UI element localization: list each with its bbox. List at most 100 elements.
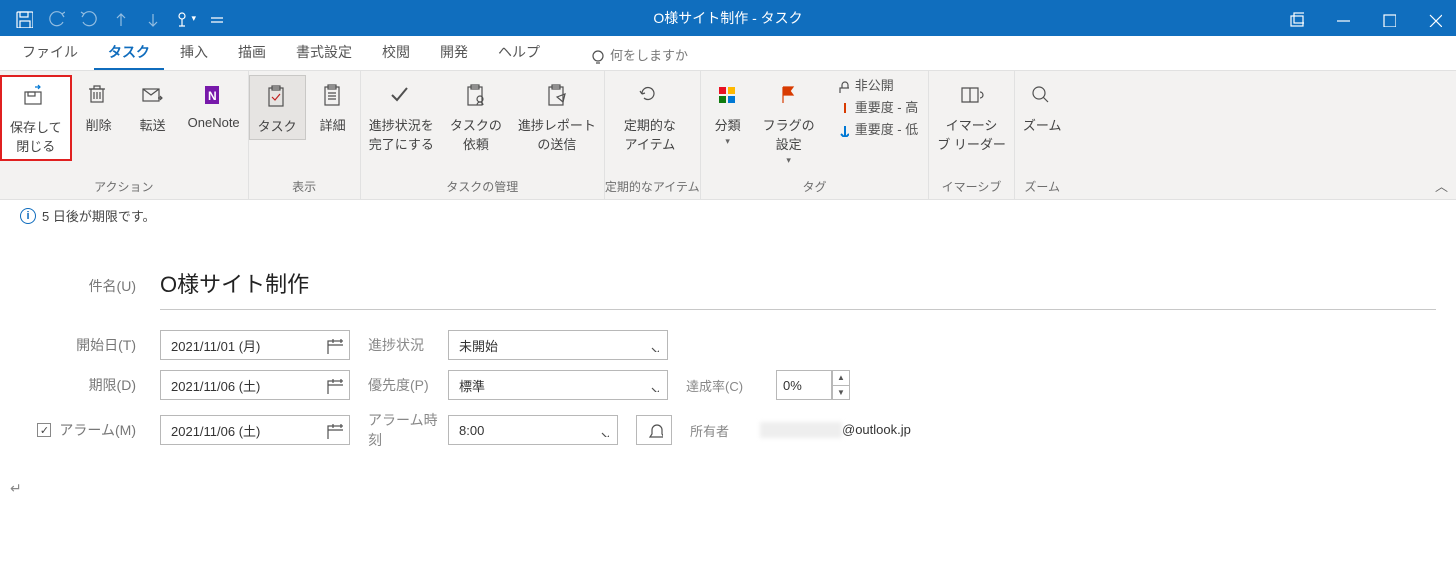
onenote-button[interactable]: OneNote — [180, 75, 248, 134]
group-manage-label: タスクの管理 — [361, 176, 604, 199]
chevron-down-icon — [645, 338, 659, 352]
tab-developer[interactable]: 開発 — [426, 34, 482, 70]
calendar-icon — [325, 376, 343, 394]
qat-next-button[interactable] — [138, 5, 164, 31]
reminder-date-value: 2021/11/06 (土) — [171, 421, 260, 440]
tell-me-label: 何をしますか — [610, 45, 688, 64]
delete-button[interactable]: 削除 — [72, 75, 126, 138]
tab-file[interactable]: ファイル — [8, 34, 92, 70]
qat-save-button[interactable] — [10, 5, 36, 31]
qat-touch-button[interactable]: ▾ — [170, 5, 196, 31]
qat-customize-button[interactable] — [202, 5, 228, 31]
reminder-sound-button[interactable] — [636, 415, 672, 445]
task-body-editor[interactable]: ↵ — [0, 460, 1456, 517]
private-button[interactable]: 非公開 — [833, 75, 919, 94]
tell-me-search[interactable]: 何をしますか — [574, 39, 700, 70]
send-status-button[interactable]: 進捗レポート の送信 — [510, 75, 604, 157]
forward-icon — [136, 79, 170, 113]
assign-task-button[interactable]: タスクの 依頼 — [442, 75, 510, 157]
followup-label: フラグの 設定 — [763, 115, 815, 153]
spinner-up[interactable]: ▲ — [833, 371, 849, 386]
cursor-indicator: ↵ — [10, 480, 22, 496]
delete-label: 削除 — [86, 115, 112, 134]
qat-undo-button[interactable] — [42, 5, 68, 31]
group-zoom: ズーム ズーム — [1015, 71, 1070, 199]
tab-insert[interactable]: 挿入 — [166, 34, 222, 70]
minimize-button[interactable] — [1318, 0, 1364, 36]
categorize-label: 分類 — [715, 115, 741, 134]
group-actions-label: アクション — [0, 176, 248, 199]
forward-button[interactable]: 転送 — [126, 75, 180, 138]
reminder-time-value: 8:00 — [459, 423, 484, 438]
bulb-icon — [586, 46, 604, 64]
reminder-time-label: アラーム時刻 — [368, 410, 448, 450]
mark-complete-label: 進捗状況を 完了にする — [369, 115, 434, 153]
group-recurrence: 定期的な アイテム 定期的なアイテム — [605, 71, 701, 199]
group-show: タスク 詳細 表示 — [249, 71, 361, 199]
tab-task[interactable]: タスク — [94, 34, 164, 70]
tab-review[interactable]: 校閲 — [368, 34, 424, 70]
onenote-icon — [197, 79, 231, 113]
zoom-label: ズーム — [1023, 115, 1062, 134]
reminder-date-input[interactable]: 2021/11/06 (土) — [160, 415, 350, 445]
ribbon-display-button[interactable] — [1272, 0, 1318, 36]
ribbon: 保存して 閉じる 削除 転送 OneNote アクション タスク — [0, 70, 1456, 200]
show-details-label: 詳細 — [320, 115, 346, 134]
importance-low-label: 重要度 - 低 — [855, 119, 919, 138]
exclamation-icon — [833, 99, 849, 115]
task-form: 件名(U) O様サイト制作 開始日(T) 2021/11/01 (月) 進捗状況… — [0, 231, 1456, 450]
reminder-time-select[interactable]: 8:00 — [448, 415, 618, 445]
zoom-button[interactable]: ズーム — [1015, 75, 1070, 138]
group-show-label: 表示 — [249, 176, 360, 199]
tab-draw[interactable]: 描画 — [224, 34, 280, 70]
maximize-button[interactable] — [1364, 0, 1410, 36]
subject-input[interactable]: O様サイト制作 — [160, 261, 1436, 310]
status-select[interactable]: 未開始 — [448, 330, 668, 360]
complete-spinner[interactable]: ▲ ▼ — [832, 370, 850, 400]
priority-select[interactable]: 標準 — [448, 370, 668, 400]
forward-label: 転送 — [140, 115, 166, 134]
check-icon — [384, 79, 418, 113]
mark-complete-button[interactable]: 進捗状況を 完了にする — [361, 75, 442, 157]
status-value: 未開始 — [459, 336, 498, 355]
group-immersive-label: イマーシブ — [929, 176, 1014, 199]
close-button[interactable] — [1410, 0, 1456, 36]
save-close-button[interactable]: 保存して 閉じる — [0, 75, 72, 161]
show-task-button[interactable]: タスク — [249, 75, 306, 140]
reminder-checkbox[interactable]: ✓ — [37, 423, 51, 437]
info-bar: i 5 日後が期限です。 — [0, 200, 1456, 231]
complete-input[interactable]: 0% — [776, 370, 832, 400]
start-date-value: 2021/11/01 (月) — [171, 336, 260, 355]
show-details-button[interactable]: 詳細 — [306, 75, 360, 138]
window-controls — [1272, 0, 1456, 36]
immersive-reader-button[interactable]: イマーシ ブ リーダー — [929, 75, 1014, 157]
spinner-down[interactable]: ▼ — [833, 386, 849, 400]
followup-button[interactable]: フラグの 設定 ▾ — [755, 75, 823, 170]
due-date-input[interactable]: 2021/11/06 (土) — [160, 370, 350, 400]
categorize-button[interactable]: 分類 ▾ — [701, 75, 755, 151]
tab-help[interactable]: ヘルプ — [484, 34, 554, 70]
quick-access-toolbar: ▾ — [0, 5, 228, 31]
importance-low-button[interactable]: 重要度 - 低 — [833, 119, 919, 138]
immersive-label: イマーシ ブ リーダー — [937, 115, 1006, 153]
group-immersive: イマーシ ブ リーダー イマーシブ — [929, 71, 1015, 199]
collapse-ribbon-button[interactable]: ︿ — [1435, 176, 1448, 195]
calendar-icon — [325, 421, 343, 439]
chevron-down-icon — [645, 378, 659, 392]
status-label: 進捗状況 — [368, 335, 448, 355]
qat-prev-button[interactable] — [106, 5, 132, 31]
importance-high-button[interactable]: 重要度 - 高 — [833, 97, 919, 116]
priority-label: 優先度(P) — [368, 375, 448, 395]
group-actions: 保存して 閉じる 削除 転送 OneNote アクション — [0, 71, 249, 199]
ribbon-tabs: ファイル タスク 挿入 描画 書式設定 校閲 開発 ヘルプ 何をしますか — [0, 36, 1456, 70]
owner-label: 所有者 — [690, 421, 760, 440]
tab-format[interactable]: 書式設定 — [282, 34, 366, 70]
qat-redo-button[interactable] — [74, 5, 100, 31]
group-tags: 分類 ▾ フラグの 設定 ▾ 非公開 重要度 - 高 重要度 — [701, 71, 930, 199]
flag-icon — [772, 79, 806, 113]
recurrence-button[interactable]: 定期的な アイテム — [605, 75, 695, 157]
title-bar: ▾ O様サイト制作 - タスク — [0, 0, 1456, 36]
start-date-input[interactable]: 2021/11/01 (月) — [160, 330, 350, 360]
priority-value: 標準 — [459, 376, 485, 395]
subject-label: 件名(U) — [20, 276, 160, 296]
